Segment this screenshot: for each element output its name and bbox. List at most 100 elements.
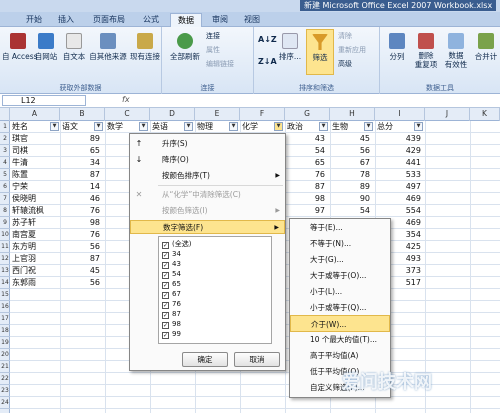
checkbox-checked-icon[interactable]: ✓ xyxy=(162,242,169,249)
biology-cell[interactable]: 90 xyxy=(332,193,372,205)
filter-dropdown-icon[interactable]: ▼ xyxy=(139,122,148,131)
row-header[interactable]: 10 xyxy=(0,229,10,241)
name-cell[interactable] xyxy=(12,325,60,337)
row-header[interactable]: 2 xyxy=(0,133,10,145)
chinese-cell[interactable]: 45 xyxy=(62,265,102,277)
checkbox-checked-icon[interactable]: ✓ xyxy=(162,312,169,319)
row-header[interactable]: 9 xyxy=(0,217,10,229)
name-cell[interactable]: 琪官 xyxy=(12,133,60,145)
politics-cell[interactable]: 43 xyxy=(287,133,327,145)
chinese-cell[interactable] xyxy=(62,385,102,397)
politics-cell[interactable] xyxy=(287,397,327,409)
select-all-corner[interactable] xyxy=(0,108,10,121)
column-header-i[interactable]: I xyxy=(375,108,425,121)
filter-by-color-item[interactable]: 按颜色筛选(I) ▶ xyxy=(130,204,285,218)
checkbox-checked-icon[interactable]: ✓ xyxy=(162,272,169,279)
name-cell[interactable]: 侯晓明 xyxy=(12,193,60,205)
biology-cell[interactable] xyxy=(332,397,372,409)
less-or-equal-item[interactable]: 小于或等于(Q)... xyxy=(290,299,390,316)
top-10-item[interactable]: 10 个最大的值(T)... xyxy=(290,331,390,348)
checkbox-checked-icon[interactable]: ✓ xyxy=(162,262,169,269)
clear-button[interactable]: 清除 xyxy=(338,31,352,41)
total-cell[interactable]: 429 xyxy=(377,145,423,157)
header-english[interactable]: 英语 xyxy=(152,121,168,133)
biology-cell[interactable]: 67 xyxy=(332,157,372,169)
header-total[interactable]: 总分 xyxy=(377,121,393,133)
name-cell[interactable]: 东郭雨 xyxy=(12,277,60,289)
row-header[interactable]: 19 xyxy=(0,337,10,349)
row-header[interactable]: 3 xyxy=(0,145,10,157)
list-item[interactable]: ✓ 34 xyxy=(162,249,181,259)
chinese-cell[interactable]: 98 xyxy=(62,217,102,229)
column-header-g[interactable]: G xyxy=(285,108,330,121)
row-header[interactable]: 8 xyxy=(0,205,10,217)
biology-cell[interactable]: 45 xyxy=(332,133,372,145)
row-header[interactable]: 17 xyxy=(0,313,10,325)
checkbox-checked-icon[interactable]: ✓ xyxy=(162,332,169,339)
chinese-cell[interactable]: 56 xyxy=(62,277,102,289)
data-validation-button[interactable]: 数据 有效性 xyxy=(442,33,470,69)
header-chemistry[interactable]: 化学 xyxy=(242,121,258,133)
row-header[interactable]: 11 xyxy=(0,241,10,253)
column-header-a[interactable]: A xyxy=(10,108,60,121)
from-web-button[interactable]: 自网站 xyxy=(32,33,60,62)
checkbox-checked-icon[interactable]: ✓ xyxy=(162,322,169,329)
list-item[interactable]: ✓ 87 xyxy=(162,309,181,319)
header-name[interactable]: 姓名 xyxy=(12,121,28,133)
ok-button[interactable]: 确定 xyxy=(182,352,228,367)
biology-cell[interactable]: 78 xyxy=(332,169,372,181)
biology-cell[interactable]: 54 xyxy=(332,205,372,217)
chinese-cell[interactable]: 87 xyxy=(62,169,102,181)
politics-cell[interactable]: 98 xyxy=(287,193,327,205)
list-item[interactable]: ✓ 99 xyxy=(162,329,181,339)
tab-home[interactable]: 开始 xyxy=(20,13,48,27)
row-header[interactable]: 12 xyxy=(0,253,10,265)
politics-cell[interactable]: 76 xyxy=(287,169,327,181)
connections-button[interactable]: 连接 xyxy=(206,31,220,41)
column-header-c[interactable]: C xyxy=(105,108,150,121)
row-header[interactable]: 5 xyxy=(0,169,10,181)
tab-formulas[interactable]: 公式 xyxy=(136,13,166,27)
greater-or-equal-item[interactable]: 大于或等于(O)... xyxy=(290,267,390,284)
name-cell[interactable]: 西门祝 xyxy=(12,265,60,277)
total-cell[interactable]: 554 xyxy=(377,205,423,217)
consolidate-button[interactable]: 合并计 xyxy=(472,33,500,62)
name-cell[interactable] xyxy=(12,397,60,409)
header-physics[interactable]: 物理 xyxy=(197,121,213,133)
name-cell[interactable]: 东方明 xyxy=(12,241,60,253)
politics-cell[interactable]: 87 xyxy=(287,181,327,193)
number-filters-item[interactable]: 数字筛选(F) ▶ xyxy=(130,220,285,234)
chinese-cell[interactable] xyxy=(62,397,102,409)
row-header[interactable]: 4 xyxy=(0,157,10,169)
existing-connections-button[interactable]: 现有连接 xyxy=(128,33,162,62)
greater-than-item[interactable]: 大于(G)... xyxy=(290,251,390,268)
politics-cell[interactable]: 97 xyxy=(287,205,327,217)
name-cell[interactable]: 轩辕流枫 xyxy=(12,205,60,217)
chinese-cell[interactable]: 56 xyxy=(62,241,102,253)
total-cell[interactable] xyxy=(377,397,423,409)
list-item[interactable]: ✓ 76 xyxy=(162,299,181,309)
properties-button[interactable]: 属性 xyxy=(206,45,220,55)
chinese-cell[interactable] xyxy=(62,361,102,373)
politics-cell[interactable]: 65 xyxy=(287,157,327,169)
name-cell[interactable]: 司棋 xyxy=(12,145,60,157)
chinese-cell[interactable]: 76 xyxy=(62,229,102,241)
row-header[interactable]: 16 xyxy=(0,301,10,313)
edit-links-button[interactable]: 编辑链接 xyxy=(206,59,234,69)
sort-button[interactable]: 排序... xyxy=(278,33,302,62)
filter-values-list[interactable]: ✓ (全选) ✓ 34 ✓ 43 ✓ 54 ✓ 65 ✓ 67 ✓ 76 ✓ 87 ✓ 98 ✓ 9… xyxy=(158,236,272,344)
column-header-d[interactable]: D xyxy=(150,108,195,121)
sort-descending-item[interactable]: ↓ 降序(O) xyxy=(130,153,285,167)
sort-by-color-item[interactable]: 按颜色排序(T) ▶ xyxy=(130,169,285,183)
checkbox-checked-icon[interactable]: ✓ xyxy=(162,252,169,259)
row-header[interactable]: 1 xyxy=(0,121,10,133)
name-cell[interactable]: 南宫夏 xyxy=(12,229,60,241)
tab-insert[interactable]: 插入 xyxy=(52,13,80,27)
advanced-button[interactable]: 高级 xyxy=(338,59,352,69)
total-cell[interactable]: 533 xyxy=(377,169,423,181)
chinese-cell[interactable]: 34 xyxy=(62,157,102,169)
not-equals-item[interactable]: 不等于(N)... xyxy=(290,235,390,252)
equals-item[interactable]: 等于(E)... xyxy=(290,219,390,236)
checkbox-checked-icon[interactable]: ✓ xyxy=(162,292,169,299)
row-header[interactable]: 24 xyxy=(0,397,10,409)
